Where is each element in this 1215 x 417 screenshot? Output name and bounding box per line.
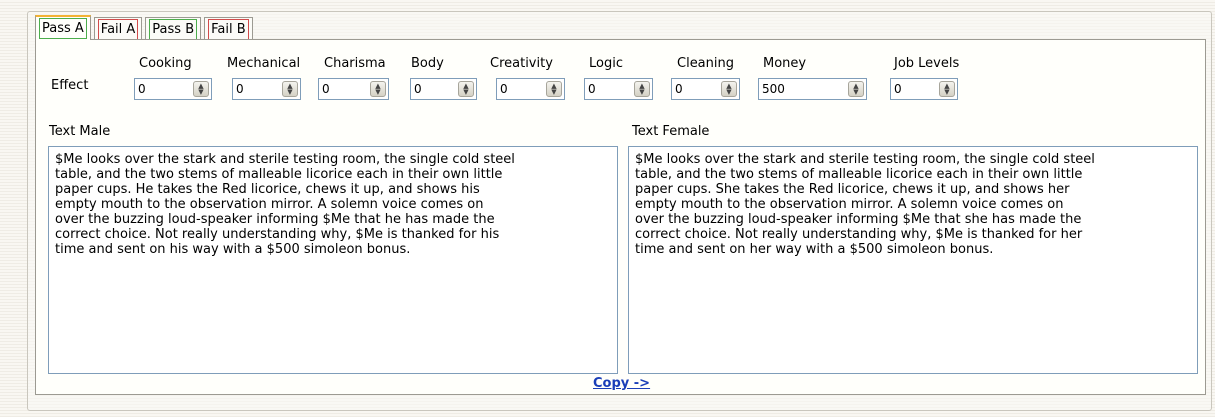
effect-label: Effect [51, 78, 89, 93]
text-line: table, and the two stems of malleable li… [635, 167, 1083, 182]
spinner-arrows-icon[interactable]: ▲ ▼ [634, 81, 650, 97]
text-male-label: Text Male [49, 124, 111, 139]
tab-label: Pass A [39, 18, 87, 39]
tab-fail-b[interactable]: Fail B [204, 17, 253, 40]
logic-value: 0 [588, 82, 596, 96]
tab-pass-a[interactable]: Pass A [35, 15, 91, 42]
text-line: time and sent on her way with a $500 sim… [635, 242, 994, 257]
spinner-arrows-icon[interactable]: ▲ ▼ [282, 81, 298, 97]
text-line: empty mouth to the observation mirror. A… [55, 197, 484, 212]
cooking-value: 0 [138, 82, 146, 96]
tab-fail-a[interactable]: Fail A [93, 17, 143, 40]
logic-label: Logic [589, 56, 623, 71]
cooking-label: Cooking [139, 56, 192, 71]
copy-link[interactable]: Copy -> [593, 376, 650, 391]
mechanical-spinner[interactable]: 0 ▲ ▼ [232, 78, 301, 100]
charisma-label: Charisma [324, 56, 386, 71]
text-line: table, and the two stems of malleable li… [55, 167, 503, 182]
charisma-value: 0 [322, 82, 330, 96]
text-female-label: Text Female [632, 124, 710, 139]
spinner-arrows-icon[interactable]: ▲ ▼ [370, 81, 386, 97]
cleaning-value: 0 [675, 82, 683, 96]
creativity-label: Creativity [490, 56, 553, 71]
spinner-arrows-icon[interactable]: ▲ ▼ [193, 81, 209, 97]
tab-label: Fail A [97, 19, 139, 40]
money-label: Money [763, 56, 807, 71]
creativity-spinner[interactable]: 0 ▲ ▼ [496, 78, 565, 100]
tab-label: Pass B [149, 19, 198, 40]
job-levels-spinner[interactable]: 0 ▲ ▼ [890, 78, 958, 100]
body-label: Body [411, 56, 444, 71]
spinner-arrows-icon[interactable]: ▲ ▼ [939, 81, 955, 97]
body-spinner[interactable]: 0 ▲ ▼ [410, 78, 477, 100]
spinner-arrows-icon[interactable]: ▲ ▼ [458, 81, 474, 97]
text-male-field[interactable]: $Me looks over the stark and sterile tes… [48, 146, 618, 374]
cleaning-spinner[interactable]: 0 ▲ ▼ [671, 78, 740, 100]
spinner-arrows-icon[interactable]: ▲ ▼ [546, 81, 562, 97]
text-line: $Me looks over the stark and sterile tes… [55, 152, 515, 167]
text-line: correct choice. Not really understanding… [55, 227, 500, 242]
text-line: paper cups. He takes the Red licorice, c… [55, 182, 480, 197]
cooking-spinner[interactable]: 0 ▲ ▼ [134, 78, 212, 100]
charisma-spinner[interactable]: 0 ▲ ▼ [318, 78, 389, 100]
text-line: empty mouth to the observation mirror. A… [635, 197, 1064, 212]
mechanical-value: 0 [236, 82, 244, 96]
text-line: over the buzzing loud-speaker informing … [635, 212, 1082, 227]
tab-label: Fail B [208, 19, 249, 40]
spinner-arrows-icon[interactable]: ▲ ▼ [848, 81, 864, 97]
job-levels-label: Job Levels [894, 56, 960, 71]
text-line: over the buzzing loud-speaker informing … [55, 212, 495, 227]
cleaning-label: Cleaning [677, 56, 734, 71]
spinner-arrows-icon[interactable]: ▲ ▼ [721, 81, 737, 97]
tab-pass-b[interactable]: Pass B [145, 17, 202, 40]
mechanical-label: Mechanical [227, 56, 301, 71]
text-female-field[interactable]: $Me looks over the stark and sterile tes… [628, 146, 1198, 374]
money-spinner[interactable]: 500 ▲ ▼ [758, 78, 867, 100]
text-line: paper cups. She takes the Red licorice, … [635, 182, 1070, 197]
creativity-value: 0 [500, 82, 508, 96]
job-levels-value: 0 [894, 82, 902, 96]
body-value: 0 [414, 82, 422, 96]
text-line: correct choice. Not really understanding… [635, 227, 1083, 242]
money-value: 500 [762, 82, 785, 96]
text-line: $Me looks over the stark and sterile tes… [635, 152, 1095, 167]
text-line: time and sent on his way with a $500 sim… [55, 242, 411, 257]
logic-spinner[interactable]: 0 ▲ ▼ [584, 78, 653, 100]
